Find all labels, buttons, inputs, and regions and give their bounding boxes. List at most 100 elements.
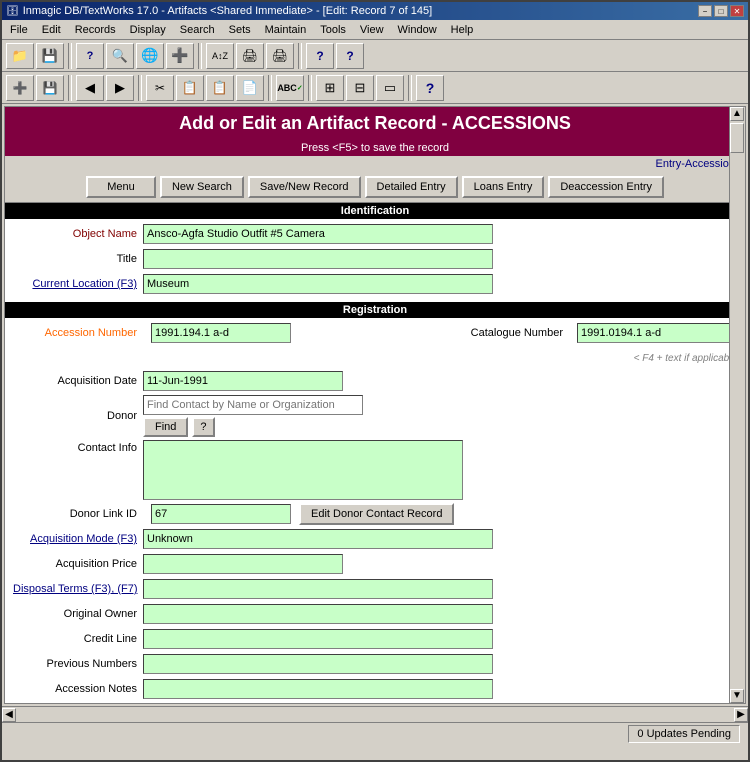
menu-records[interactable]: Records — [69, 22, 122, 38]
toolbar-sep-1 — [68, 43, 72, 69]
toolbar-info[interactable]: ? — [336, 43, 364, 69]
deaccession-entry-button[interactable]: Deaccession Entry — [548, 176, 664, 198]
current-location-input[interactable] — [143, 274, 493, 294]
donor-link-id-row: Donor Link ID Edit Donor Contact Record — [13, 503, 737, 525]
toolbar-1: 📁 💾 ? 🔍 🌐 ➕ A↕Z 🖨 🖨 ? ? — [2, 40, 748, 72]
toolbar-print[interactable]: 🖨 — [236, 43, 264, 69]
title-bar-text: 🗄 Inmagic DB/TextWorks 17.0 - Artifacts … — [6, 5, 432, 17]
previous-numbers-input[interactable] — [143, 654, 493, 674]
maximize-button[interactable]: □ — [714, 5, 728, 17]
original-owner-input[interactable] — [143, 604, 493, 624]
disposal-terms-row: Disposal Terms (F3), (F7) — [13, 578, 737, 600]
acquisition-price-input[interactable] — [143, 554, 343, 574]
object-name-input[interactable] — [143, 224, 493, 244]
toolbar-save-record[interactable]: 💾 — [36, 75, 64, 101]
catalogue-hint-row: < F4 + text if applicable — [13, 347, 737, 369]
menu-display[interactable]: Display — [124, 22, 172, 38]
donor-link-id-input[interactable] — [151, 504, 291, 524]
menu-search[interactable]: Search — [174, 22, 221, 38]
status-bar: 0 Updates Pending — [2, 722, 748, 744]
menu-maintain[interactable]: Maintain — [259, 22, 313, 38]
menu-help[interactable]: Help — [445, 22, 480, 38]
contact-info-label: Contact Info — [13, 440, 143, 454]
donor-row: Donor Find ? — [13, 395, 737, 437]
loans-entry-button[interactable]: Loans Entry — [462, 176, 545, 198]
acquisition-date-input[interactable] — [143, 371, 343, 391]
acquisition-mode-input[interactable] — [143, 529, 493, 549]
menu-tools[interactable]: Tools — [314, 22, 352, 38]
minimize-button[interactable]: − — [698, 5, 712, 17]
toolbar-grid1[interactable]: ⊞ — [316, 75, 344, 101]
donor-input[interactable] — [143, 395, 363, 415]
current-location-row: Current Location (F3) — [13, 273, 737, 295]
registration-section: Accession Number Catalogue Number < F4 +… — [5, 318, 745, 704]
title-bar-controls: − □ ✕ — [698, 5, 744, 17]
disposal-terms-input[interactable] — [143, 579, 493, 599]
toolbar-sep-5 — [138, 75, 142, 101]
current-location-label[interactable]: Current Location (F3) — [13, 278, 143, 290]
title-row: Title — [13, 248, 737, 270]
object-name-row: Object Name — [13, 223, 737, 245]
toolbar-grid2[interactable]: ⊟ — [346, 75, 374, 101]
menu-window[interactable]: Window — [392, 22, 443, 38]
menu-sets[interactable]: Sets — [223, 22, 257, 38]
toolbar-help[interactable]: ? — [76, 43, 104, 69]
menu-file[interactable]: File — [4, 22, 34, 38]
toolbar-cut[interactable]: ✂ — [146, 75, 174, 101]
toolbar-sep-3 — [298, 43, 302, 69]
toolbar-sep-2 — [198, 43, 202, 69]
vertical-scrollbar[interactable]: ▲ ▼ — [729, 107, 745, 703]
acquisition-mode-label[interactable]: Acquisition Mode (F3) — [13, 533, 143, 545]
identification-section: Object Name Title Current Location (F3) — [5, 219, 745, 302]
toolbar-new-record[interactable]: ➕ — [6, 75, 34, 101]
main-content: Add or Edit an Artifact Record - ACCESSI… — [4, 106, 746, 704]
toolbar-help2[interactable]: ? — [416, 75, 444, 101]
accession-catalogue-row: Accession Number Catalogue Number — [13, 322, 737, 344]
menu-button[interactable]: Menu — [86, 176, 156, 198]
new-search-button[interactable]: New Search — [160, 176, 244, 198]
toolbar-globe[interactable]: 🌐 — [136, 43, 164, 69]
catalogue-hint: < F4 + text if applicable — [628, 353, 737, 364]
toolbar-add[interactable]: ➕ — [166, 43, 194, 69]
catalogue-number-input[interactable] — [577, 323, 737, 343]
entry-type: Entry-Accession — [5, 156, 745, 172]
acquisition-date-label: Acquisition Date — [13, 375, 143, 387]
accession-notes-input[interactable] — [143, 679, 493, 699]
accession-number-input[interactable] — [151, 323, 291, 343]
toolbar-rect[interactable]: ▭ — [376, 75, 404, 101]
record-entered-by-row: Record Entered By (F3) — [13, 703, 737, 704]
toolbar-save[interactable]: 💾 — [36, 43, 64, 69]
toolbar-question[interactable]: ? — [306, 43, 334, 69]
toolbar-copy[interactable]: 📋 — [176, 75, 204, 101]
toolbar-print2[interactable]: 🖨 — [266, 43, 294, 69]
detailed-entry-button[interactable]: Detailed Entry — [365, 176, 458, 198]
previous-numbers-label: Previous Numbers — [13, 658, 143, 670]
title-input[interactable] — [143, 249, 493, 269]
toolbar-paste[interactable]: 📋 — [206, 75, 234, 101]
donor-question-button[interactable]: ? — [192, 417, 214, 437]
toolbar-doc[interactable]: 📄 — [236, 75, 264, 101]
toolbar-next[interactable]: ▶ — [106, 75, 134, 101]
toolbar-spell[interactable]: ABC✓ — [276, 75, 304, 101]
disposal-terms-label[interactable]: Disposal Terms (F3), (F7) — [13, 583, 143, 595]
credit-line-input[interactable] — [143, 629, 493, 649]
toolbar-sep-7 — [308, 75, 312, 101]
previous-numbers-row: Previous Numbers — [13, 653, 737, 675]
menu-view[interactable]: View — [354, 22, 390, 38]
acquisition-price-row: Acquisition Price — [13, 553, 737, 575]
close-button[interactable]: ✕ — [730, 5, 744, 17]
find-button[interactable]: Find — [143, 417, 188, 437]
toolbar-find[interactable]: 🔍 — [106, 43, 134, 69]
menu-edit[interactable]: Edit — [36, 22, 67, 38]
toolbar-sort-az[interactable]: A↕Z — [206, 43, 234, 69]
horizontal-scrollbar[interactable]: ◀ ▶ — [2, 706, 748, 722]
edit-donor-button[interactable]: Edit Donor Contact Record — [299, 503, 454, 525]
toolbar-open[interactable]: 📁 — [6, 43, 34, 69]
title-label: Title — [13, 253, 143, 265]
toolbar-prev[interactable]: ◀ — [76, 75, 104, 101]
original-owner-label: Original Owner — [13, 608, 143, 620]
catalogue-number-label: Catalogue Number — [469, 327, 569, 339]
original-owner-row: Original Owner — [13, 603, 737, 625]
action-buttons: Menu New Search Save/New Record Detailed… — [5, 172, 745, 203]
save-new-record-button[interactable]: Save/New Record — [248, 176, 361, 198]
